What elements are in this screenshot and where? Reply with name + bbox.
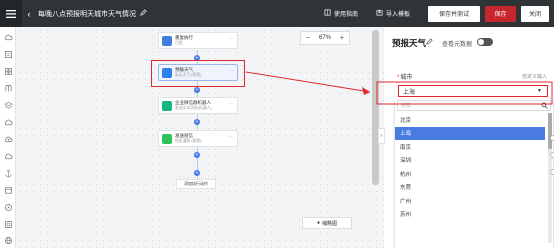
use-guide-label: 使用指南 (333, 12, 358, 18)
save-and-test-button[interactable]: 保存并测试 (428, 5, 480, 22)
city-label-text: 城市 (400, 75, 413, 81)
chevron-left-icon: ‹ (380, 133, 383, 139)
top-actions: 使用指南 导入模板 保存并测试 保存 关闭 (324, 0, 554, 27)
required-mark: * (397, 75, 400, 81)
left-icon-rail (0, 27, 16, 248)
minimap-label: 缩略图 (322, 220, 338, 227)
pipes-icon[interactable] (4, 84, 13, 93)
close-button[interactable]: 关闭 (521, 5, 549, 22)
workflow-node-trigger[interactable]: 重复执行 日程 ··· (158, 32, 238, 49)
radio-option[interactable] (550, 152, 554, 158)
node-more-button[interactable]: ··· (228, 134, 233, 140)
search-icon (541, 102, 548, 111)
wechat-bot-icon (162, 101, 172, 111)
add-step-button[interactable]: + (194, 152, 200, 158)
metadata-toggle[interactable] (477, 38, 493, 46)
layers-icon[interactable] (4, 220, 13, 229)
add-action-button[interactable]: 添加执行动作 (176, 179, 216, 189)
canvas-scrollbar[interactable] (372, 30, 379, 185)
cloud-icon[interactable] (4, 33, 13, 42)
add-step-button[interactable]: + (194, 119, 200, 125)
map-pin-icon: ● (316, 220, 320, 226)
grid-icon[interactable] (4, 67, 13, 76)
minimap-toggle[interactable]: ● 缩略图 (302, 217, 352, 229)
workflow-node-sms[interactable]: 发送短信 短信通知 (帮我) ··· (158, 130, 238, 147)
window-icon[interactable] (4, 186, 13, 195)
dropdown-search-input[interactable]: 搜索 (397, 100, 551, 111)
city-option[interactable]: 苏州 (395, 208, 545, 222)
node-more-button[interactable]: ··· (228, 36, 233, 42)
chevron-down-icon: ▼ (537, 88, 542, 94)
use-guide-link[interactable]: 使用指南 (324, 9, 358, 18)
menu-button[interactable] (0, 0, 22, 27)
city-option[interactable]: 南京 (395, 140, 545, 154)
list-icon[interactable] (4, 50, 13, 59)
city-dropdown: 搜索 北京 上海 南京 深圳 杭州 东莞 广州 苏州 (395, 99, 553, 248)
zoom-in-button[interactable]: + (340, 35, 344, 42)
compass-icon[interactable] (4, 203, 13, 212)
book-icon (324, 9, 331, 18)
calendar-icon (162, 36, 172, 46)
cloud-check-icon[interactable] (4, 152, 13, 161)
add-step-button[interactable]: + (194, 87, 200, 93)
city-option[interactable]: 东莞 (395, 181, 545, 195)
chevron-left-icon: ‹ (27, 8, 31, 19)
page-title: 每晚八点预报明天城市天气情况 (38, 10, 136, 18)
cloud-outline-icon[interactable] (4, 118, 13, 127)
back-button[interactable]: ‹ (22, 0, 36, 27)
panel-collapse-button[interactable]: ‹ (378, 128, 385, 144)
import-icon (376, 9, 383, 18)
city-option-selected[interactable]: 上海 (395, 126, 545, 140)
zoom-control: − 67% + (300, 31, 350, 45)
edit-title-icon[interactable] (140, 9, 147, 18)
import-template-link[interactable]: 导入模板 (376, 9, 410, 18)
radio-option[interactable] (550, 169, 554, 175)
node-more-button[interactable]: ··· (228, 101, 233, 107)
save-button[interactable]: 保存 (485, 5, 516, 22)
add-step-button[interactable]: + (194, 170, 200, 176)
hamburger-icon (6, 9, 16, 18)
node-subtitle: 日程 (175, 41, 183, 45)
sms-icon (162, 134, 172, 144)
edit-icon[interactable] (426, 38, 433, 47)
cloud-upload-icon[interactable] (4, 135, 13, 144)
top-bar: ‹ 每晚八点预报明天城市天气情况 使用指南 导入模板 保存并测试 保存 关闭 (0, 0, 554, 27)
city-select-value: 上海 (403, 89, 416, 96)
search-placeholder: 搜索 (401, 103, 412, 109)
anchor-icon[interactable] (4, 169, 13, 178)
city-field-label: *城市 (397, 72, 412, 81)
highlight-frame (151, 60, 245, 87)
custom-input-link[interactable]: 自定义输入 (522, 73, 547, 80)
city-option[interactable]: 杭州 (395, 167, 545, 181)
panel-title: 预报天气 (392, 38, 427, 48)
import-template-label: 导入模板 (385, 12, 410, 18)
node-subtitle: 发送文本消息(机器人) (175, 106, 212, 110)
city-option[interactable]: 广州 (395, 194, 545, 208)
radio-option[interactable] (550, 135, 554, 141)
view-metadata-label: 查看元数据 (442, 42, 473, 48)
dropdown-scrollbar[interactable] (548, 113, 552, 243)
stack-icon[interactable] (4, 101, 13, 110)
zoom-out-button[interactable]: − (306, 35, 310, 42)
city-option[interactable]: 深圳 (395, 154, 545, 168)
zoom-level: 67% (318, 35, 331, 41)
city-select[interactable]: 上海 ▼ (398, 85, 548, 97)
properties-panel: 预报天气 查看元数据 *城市 自定义输入 上海 ▼ 搜索 北京 上海 南京 深圳… (384, 27, 554, 248)
workflow-node-wechat-bot[interactable]: 企业微信群机器人 发送文本消息(机器人) ··· (158, 97, 238, 114)
node-subtitle: 短信通知 (帮我) (175, 139, 202, 143)
city-option[interactable]: 北京 (395, 113, 545, 127)
globe-icon[interactable] (4, 236, 13, 245)
